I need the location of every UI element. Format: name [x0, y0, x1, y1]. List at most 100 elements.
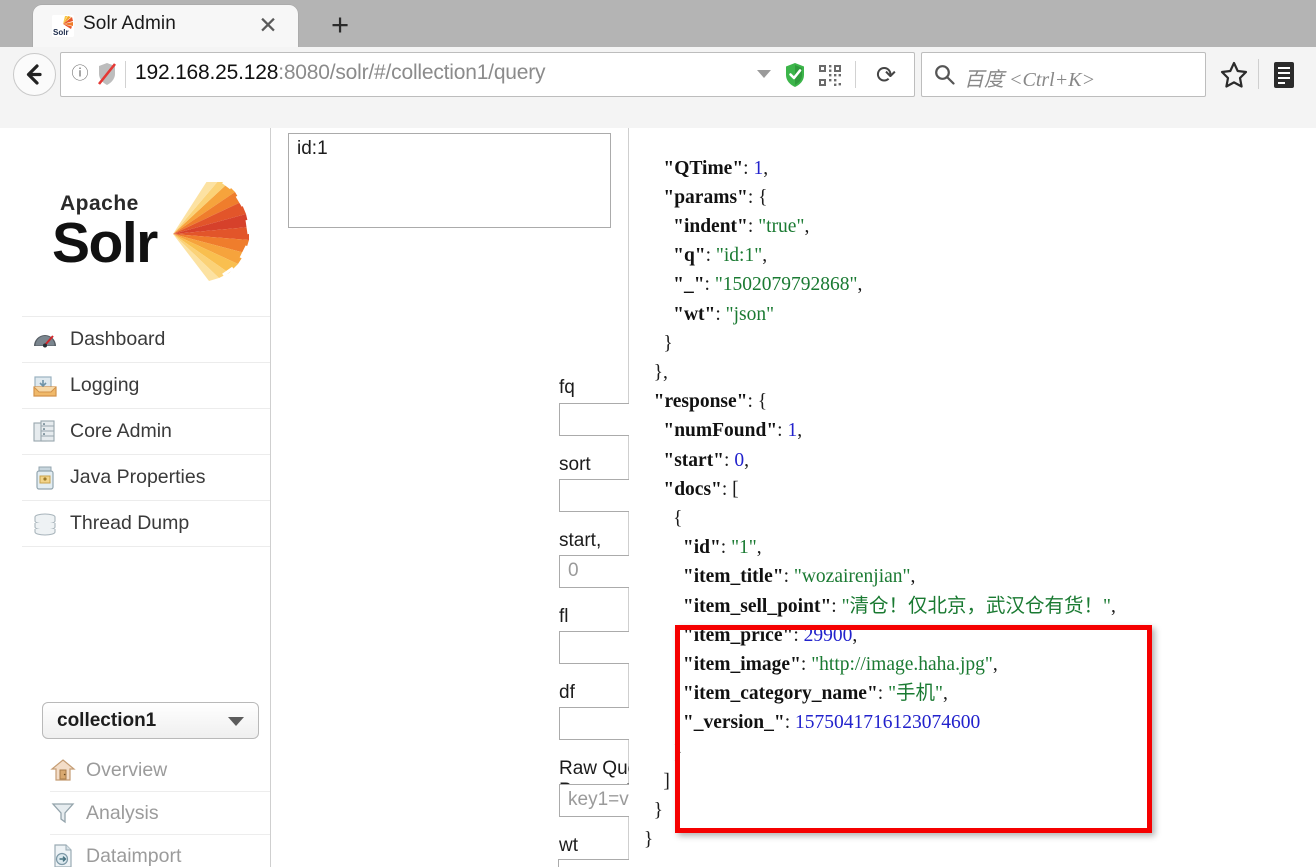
query-response-panel: "QTime": 1, "params": { "indent": "true"…: [629, 128, 1316, 867]
json-token: ,: [744, 449, 749, 471]
library-icon[interactable]: [1270, 60, 1298, 90]
json-token: :: [724, 449, 735, 471]
close-icon[interactable]: ✕: [256, 14, 280, 38]
navigation-toolbar: ⓘ 192.168.25.128:8080/solr/#/collection1…: [0, 47, 1316, 103]
json-token: "q": [673, 245, 706, 267]
fl-label: fl: [559, 606, 569, 627]
reload-icon[interactable]: ⟳: [872, 62, 900, 90]
sidebar-item-label: Overview: [86, 758, 168, 781]
qr-code-icon[interactable]: [818, 64, 842, 87]
sidebar-item-logging[interactable]: Logging: [22, 363, 270, 409]
tracking-protection-icon[interactable]: [96, 62, 118, 86]
json-token: :: [784, 712, 795, 734]
json-token: "params": [663, 186, 748, 208]
json-token: "清仓！仅北京，武汉仓有货！": [841, 595, 1111, 617]
browser-window: Solr Solr Admin ✕ + ⓘ 192.168.25.128:808…: [0, 0, 1316, 867]
sidebar-item-java-properties[interactable]: Java Properties: [22, 455, 270, 501]
json-token: "wt": [673, 303, 716, 325]
json-token: 1: [753, 157, 764, 179]
sidebar-item-dashboard[interactable]: Dashboard: [22, 316, 270, 363]
fq-label: fq: [559, 377, 575, 398]
sidebar-item-analysis[interactable]: Analysis: [50, 792, 270, 835]
browser-tab-solr-admin[interactable]: Solr Solr Admin ✕: [33, 5, 298, 47]
core-admin-servers-icon: [32, 419, 58, 445]
json-token: :: [720, 537, 732, 559]
sidebar-item-label: Java Properties: [70, 466, 206, 488]
json-token: ,: [992, 653, 998, 675]
wt-label: wt: [559, 835, 578, 856]
json-token: 1: [787, 420, 798, 442]
json-token: :: [747, 215, 759, 237]
green-shield-check-icon[interactable]: [783, 62, 807, 88]
sidebar-item-thread-dump[interactable]: Thread Dump: [22, 501, 270, 547]
toolbar-divider-2: [1258, 59, 1259, 89]
core-selector-value: collection1: [57, 710, 157, 731]
search-icon: [934, 64, 955, 90]
chevron-down-icon[interactable]: [757, 70, 771, 78]
json-token: : {: [747, 186, 768, 208]
json-token: }: [663, 332, 673, 354]
funnel-icon: [50, 800, 76, 826]
json-token: :: [831, 595, 842, 617]
json-token: 1575041716123074600: [795, 712, 981, 734]
json-token: ]: [663, 770, 670, 792]
info-circle-icon[interactable]: ⓘ: [69, 63, 91, 85]
new-tab-plus-icon[interactable]: +: [323, 8, 357, 42]
json-token: :: [793, 624, 804, 646]
json-token: "item_category_name": [682, 683, 878, 705]
q-textarea[interactable]: id:1: [288, 133, 611, 228]
json-token: :: [743, 157, 754, 179]
sort-label: sort: [559, 454, 591, 475]
json-token: :: [877, 683, 889, 705]
tab-strip: Solr Solr Admin ✕ +: [0, 0, 1316, 47]
solr-favicon-icon: Solr: [52, 15, 74, 37]
sidebar-item-label: Thread Dump: [70, 512, 190, 534]
back-arrow-icon[interactable]: [13, 53, 56, 96]
url-divider: [125, 61, 126, 88]
json-token: "wozairenjian": [793, 566, 911, 588]
json-token: :: [783, 566, 794, 588]
json-response-text: "QTime": 1, "params": { "indent": "true"…: [639, 154, 1116, 855]
json-token: 0: [734, 449, 745, 471]
json-token: {: [673, 507, 683, 529]
sidebar-item-dataimport[interactable]: Dataimport: [50, 835, 270, 867]
sidebar-item-overview[interactable]: Overview: [50, 749, 270, 792]
json-token: "手机": [888, 683, 944, 705]
json-token: :: [705, 245, 716, 267]
json-token: ,: [762, 245, 768, 267]
chevron-down-icon: [228, 717, 244, 726]
json-token: "1": [731, 537, 757, 559]
json-token: "id": [682, 537, 721, 559]
json-token: ,: [943, 683, 948, 705]
page-top-band: [0, 102, 1316, 129]
json-token: ,: [763, 157, 769, 179]
search-bar[interactable]: 百度 <Ctrl+K>: [921, 52, 1206, 97]
core-selector-dropdown[interactable]: collection1: [42, 702, 259, 739]
solr-logo[interactable]: Apache Solr: [42, 178, 257, 282]
json-token: :: [777, 420, 788, 442]
main-nav-list: Dashboard Logging Core Admin Java Proper…: [22, 316, 270, 547]
df-label: df: [559, 682, 575, 703]
json-token: : {: [747, 391, 768, 413]
sidebar-item-label: Analysis: [86, 801, 159, 824]
json-token: ,: [852, 624, 858, 646]
json-token: "item_sell_point": [682, 595, 832, 617]
json-token: },: [653, 361, 668, 383]
sidebar-item-label: Core Admin: [70, 420, 172, 442]
json-token: "item_price": [682, 624, 794, 646]
json-token: "id:1": [715, 245, 763, 267]
json-token: }: [643, 829, 654, 851]
sidebar-item-label: Dashboard: [70, 328, 166, 350]
search-input[interactable]: 百度 <Ctrl+K>: [964, 63, 1095, 92]
dataimport-icon: [50, 843, 76, 867]
address-bar[interactable]: ⓘ 192.168.25.128:8080/solr/#/collection1…: [60, 52, 915, 97]
dashboard-gauge-icon: [32, 327, 58, 353]
sidebar-item-core-admin[interactable]: Core Admin: [22, 409, 270, 455]
star-icon[interactable]: [1219, 61, 1249, 89]
json-token: ,: [910, 566, 916, 588]
json-token: ,: [804, 215, 810, 237]
json-token: ,: [1111, 595, 1116, 617]
sidebar-item-label: Logging: [70, 374, 140, 396]
home-icon: [50, 757, 76, 783]
json-token: "start": [663, 449, 725, 471]
